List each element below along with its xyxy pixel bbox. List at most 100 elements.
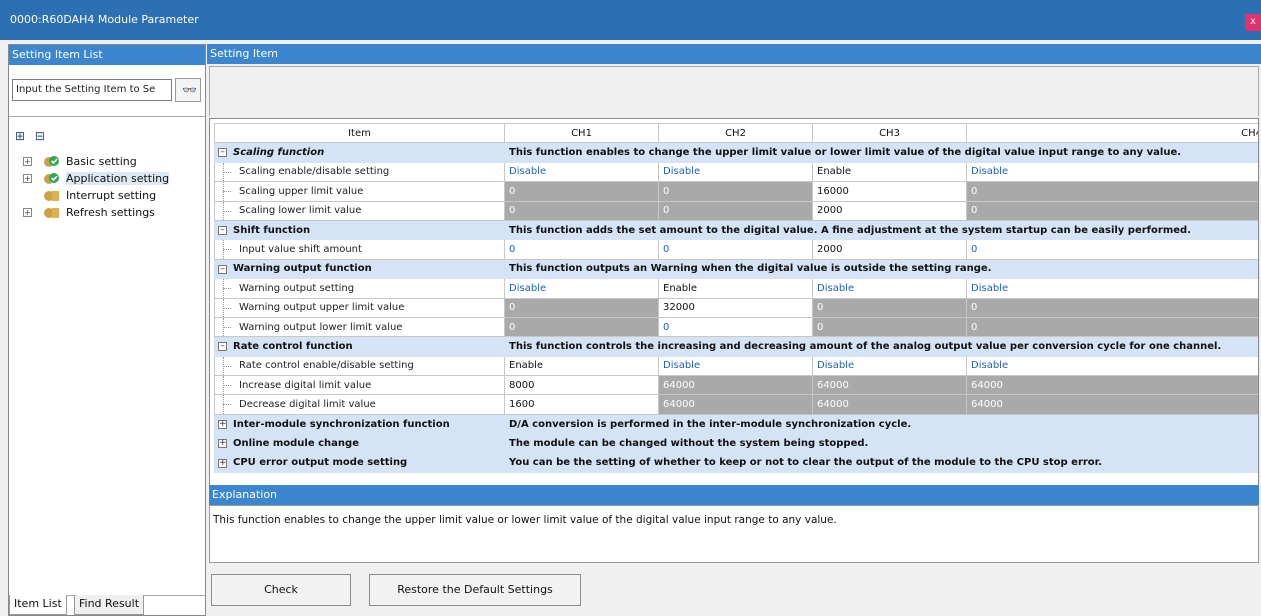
value-cell: 0 — [658, 181, 813, 202]
value-cell[interactable]: Enable — [812, 161, 967, 183]
value-cell[interactable]: Disable — [812, 355, 967, 377]
value-cell: 0 — [812, 297, 967, 318]
collapse-all-icon[interactable]: ⊟ — [35, 129, 45, 143]
expand-icon[interactable]: + — [218, 419, 227, 429]
value-cell[interactable]: Disable — [812, 278, 967, 299]
value-cell[interactable]: 2000 — [812, 239, 967, 260]
group-row[interactable]: – Warning output function This function o… — [214, 258, 1258, 280]
group-name-cell[interactable]: – Scaling function — [214, 142, 505, 163]
value-cell[interactable]: Enable — [504, 355, 659, 377]
filter-area — [209, 66, 1259, 116]
group-name-cell[interactable]: + CPU error output mode setting — [214, 452, 505, 474]
value-cell[interactable]: 0 — [658, 239, 813, 260]
group-row[interactable]: + Inter-module synchronization function D… — [214, 413, 1258, 435]
value-cell[interactable]: 2000 — [812, 200, 967, 221]
gear-icon — [44, 191, 59, 201]
tree-item-refresh-settings[interactable]: + Refresh settings — [9, 204, 205, 221]
check-button[interactable]: Check — [211, 574, 351, 606]
value-cell[interactable]: 16000 — [812, 181, 967, 202]
table-row: Input value shift amount 0 0 2000 0 — [214, 239, 1258, 260]
value-cell: 0 — [966, 316, 1258, 338]
group-row[interactable]: + Online module change The module can be … — [214, 433, 1258, 454]
explanation-header: Explanation — [209, 485, 1259, 505]
group-row[interactable]: + CPU error output mode setting You can b… — [214, 452, 1258, 474]
setting-item-header: Setting Item — [207, 44, 1261, 64]
table-row: Increase digital limit value 8000 64000 … — [214, 375, 1258, 396]
group-name-cell[interactable]: + Online module change — [214, 433, 505, 454]
column-header-ch3: CH3 — [812, 122, 967, 144]
close-icon[interactable]: x — [1245, 14, 1261, 31]
value-cell[interactable]: 8000 — [504, 375, 659, 396]
value-cell[interactable]: Disable — [504, 161, 659, 183]
value-cell: 0 — [504, 200, 659, 221]
value-cell: 0 — [504, 297, 659, 318]
value-cell[interactable]: Disable — [504, 278, 659, 299]
expand-icon[interactable]: + — [218, 458, 227, 468]
table-header-row: Item CH1 CH2 CH3 CH4 — [214, 122, 1258, 144]
collapse-icon[interactable]: – — [218, 342, 227, 352]
value-cell[interactable]: Disable — [966, 278, 1258, 299]
group-row[interactable]: – Rate control function This function con… — [214, 336, 1258, 357]
value-cell[interactable]: Disable — [966, 161, 1258, 183]
window-title: 0000:R60DAH4 Module Parameter — [10, 13, 199, 26]
value-cell[interactable]: 0 — [966, 239, 1258, 260]
expand-icon[interactable]: + — [23, 157, 32, 166]
table-row: Rate control enable/disable setting Enab… — [214, 355, 1258, 377]
value-cell[interactable]: 0 — [658, 316, 813, 338]
tree-item-interrupt-setting[interactable]: Interrupt setting — [9, 187, 205, 204]
group-row[interactable]: – Shift function This function adds the s… — [214, 219, 1258, 241]
group-name-cell[interactable]: + Inter-module synchronization function — [214, 413, 505, 435]
value-cell: 64000 — [658, 394, 813, 415]
group-name: Online module change — [233, 437, 359, 449]
expand-icon[interactable]: + — [23, 174, 32, 183]
collapse-icon[interactable]: – — [218, 148, 227, 158]
group-row[interactable]: – Scaling function This function enables … — [214, 142, 1258, 163]
setting-item-list-header: Setting Item List — [9, 45, 205, 65]
value-cell: 0 — [966, 297, 1258, 318]
group-name-cell[interactable]: – Shift function — [214, 219, 505, 241]
value-cell[interactable]: Enable — [658, 278, 813, 299]
collapse-icon[interactable]: – — [218, 264, 227, 274]
tree-toolbar: ⊞ ⊟ — [15, 129, 45, 143]
divider — [9, 116, 205, 117]
collapse-icon[interactable]: – — [218, 225, 227, 235]
group-name-cell[interactable]: – Rate control function — [214, 336, 505, 357]
restore-defaults-button[interactable]: Restore the Default Settings — [369, 574, 581, 606]
left-pane-tabs: Item List Find Result — [9, 595, 205, 615]
value-cell: 64000 — [966, 375, 1258, 396]
value-cell[interactable]: Disable — [966, 355, 1258, 377]
value-cell[interactable]: 32000 — [658, 297, 813, 318]
check-gear-icon — [44, 156, 59, 167]
table-row: Decrease digital limit value 1600 64000 … — [214, 394, 1258, 415]
group-description: This function outputs an Warning when th… — [504, 258, 1258, 280]
tree-item-application-setting[interactable]: + Application setting — [9, 170, 205, 187]
value-cell: 64000 — [658, 375, 813, 396]
row-label: Increase digital limit value — [214, 375, 505, 396]
group-name: CPU error output mode setting — [233, 457, 408, 469]
value-cell[interactable]: Disable — [658, 355, 813, 377]
search-input[interactable]: Input the Setting Item to Se — [12, 79, 172, 101]
value-cell: 64000 — [812, 375, 967, 396]
find-button[interactable]: 👓 — [175, 78, 201, 102]
value-cell[interactable]: 0 — [504, 239, 659, 260]
title-bar: 0000:R60DAH4 Module Parameter x — [0, 0, 1261, 40]
row-label: Warning output setting — [214, 278, 505, 299]
row-label: Rate control enable/disable setting — [214, 355, 505, 377]
setting-tree: + Basic setting + Application setting In… — [9, 153, 205, 221]
expand-icon[interactable]: + — [218, 439, 227, 449]
tree-item-basic-setting[interactable]: + Basic setting — [9, 153, 205, 170]
value-cell[interactable]: Disable — [658, 161, 813, 183]
value-cell: 0 — [966, 181, 1258, 202]
table-row: Scaling upper limit value 0 0 16000 0 — [214, 181, 1258, 202]
value-cell: 0 — [966, 200, 1258, 221]
column-header-ch1: CH1 — [504, 122, 659, 144]
group-name-cell[interactable]: – Warning output function — [214, 258, 505, 280]
group-name: Inter-module synchronization function — [233, 418, 450, 430]
expand-icon[interactable]: + — [23, 208, 32, 217]
tab-find-result[interactable]: Find Result — [74, 595, 145, 615]
tab-item-list[interactable]: Item List — [9, 595, 67, 615]
expand-all-icon[interactable]: ⊞ — [15, 129, 25, 143]
value-cell: 64000 — [812, 394, 967, 415]
row-label: Scaling lower limit value — [214, 200, 505, 221]
value-cell[interactable]: 1600 — [504, 394, 659, 415]
